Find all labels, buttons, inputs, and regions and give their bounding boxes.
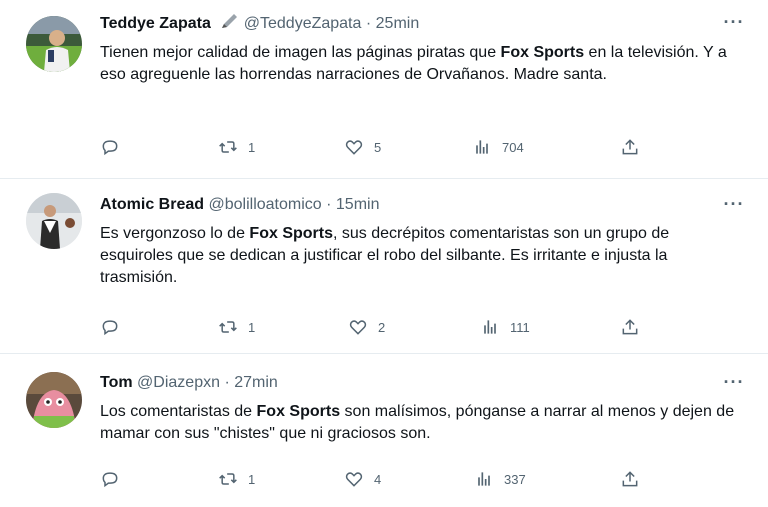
share-button[interactable] xyxy=(620,316,640,338)
separator-dot: · xyxy=(326,196,332,213)
tweet-text-highlight: Fox Sports xyxy=(249,225,333,242)
timestamp[interactable]: 27min xyxy=(234,374,278,391)
retweet-count: 1 xyxy=(248,471,256,487)
retweet-button[interactable]: 1 xyxy=(218,136,255,158)
retweet-button[interactable]: 1 xyxy=(218,468,255,490)
pen-icon xyxy=(219,12,239,37)
separator-dot: · xyxy=(365,15,372,32)
like-button[interactable]: 2 xyxy=(348,316,385,338)
share-icon xyxy=(620,137,640,157)
retweet-button[interactable]: 1 xyxy=(218,316,255,338)
author-handle[interactable]: @TeddyeZapata xyxy=(244,15,362,32)
views-button[interactable]: 111 xyxy=(480,316,530,338)
like-count: 4 xyxy=(374,471,382,487)
tweet[interactable]: Tom @Diazepxn · 27min ··· Los comentaris… xyxy=(0,354,768,507)
timestamp[interactable]: 25min xyxy=(376,15,420,32)
view-count: 111 xyxy=(510,319,530,335)
analytics-icon xyxy=(480,317,500,337)
share-icon xyxy=(620,317,640,337)
tweet-actions: 1 2 111 xyxy=(100,316,660,338)
reply-icon xyxy=(100,317,120,337)
retweet-count: 1 xyxy=(248,319,256,335)
retweet-count: 1 xyxy=(248,139,256,155)
tweet[interactable]: Teddye Zapata @TeddyeZapata · 25min ··· … xyxy=(0,0,768,178)
author-name[interactable]: Atomic Bread xyxy=(100,196,204,213)
author-handle[interactable]: @bolilloatomico xyxy=(208,196,321,213)
tweet-text-part: Los comentaristas de xyxy=(100,403,257,420)
author-handle[interactable]: @Diazepxn xyxy=(137,374,220,391)
like-button[interactable]: 4 xyxy=(344,468,381,490)
separator-dot: · xyxy=(224,374,230,391)
like-button[interactable]: 5 xyxy=(344,136,381,158)
share-icon xyxy=(620,469,640,489)
tweet[interactable]: Atomic Bread @bolilloatomico · 15min ···… xyxy=(0,179,768,353)
tweet-actions: 1 4 337 xyxy=(100,468,660,490)
tweet-feed: Teddye Zapata @TeddyeZapata · 25min ··· … xyxy=(0,0,768,507)
like-count: 2 xyxy=(378,319,386,335)
retweet-icon xyxy=(218,469,238,489)
like-count: 5 xyxy=(374,139,382,155)
reply-icon xyxy=(100,137,120,157)
tweet-header: Atomic Bread @bolilloatomico · 15min xyxy=(100,194,379,216)
timestamp[interactable]: 15min xyxy=(336,196,380,213)
tweet-text: Tienen mejor calidad de imagen las págin… xyxy=(100,42,740,86)
tweet-text-part: Tienen mejor calidad de imagen las págin… xyxy=(100,44,501,61)
share-button[interactable] xyxy=(620,136,640,158)
retweet-icon xyxy=(218,137,238,157)
reply-button[interactable] xyxy=(100,136,130,158)
more-options-icon[interactable]: ··· xyxy=(722,13,746,36)
view-count: 704 xyxy=(502,139,524,155)
author-name[interactable]: Tom xyxy=(100,374,133,391)
tweet-header: Tom @Diazepxn · 27min xyxy=(100,372,278,394)
tweet-actions: 1 5 704 xyxy=(100,136,660,158)
reply-button[interactable] xyxy=(100,316,130,338)
share-button[interactable] xyxy=(620,468,640,490)
avatar[interactable] xyxy=(26,16,82,72)
views-button[interactable]: 337 xyxy=(474,468,526,490)
tweet-header: Teddye Zapata @TeddyeZapata · 25min xyxy=(100,12,419,34)
tweet-text-highlight: Fox Sports xyxy=(500,44,585,61)
retweet-icon xyxy=(218,317,238,337)
author-name[interactable]: Teddye Zapata xyxy=(100,15,211,32)
avatar[interactable] xyxy=(26,193,82,249)
reply-button[interactable] xyxy=(100,468,130,490)
avatar[interactable] xyxy=(26,372,82,428)
views-button[interactable]: 704 xyxy=(472,136,524,158)
view-count: 337 xyxy=(504,471,526,487)
heart-icon xyxy=(348,317,368,337)
analytics-icon xyxy=(474,469,494,489)
tweet-text-part: Es vergonzoso lo de xyxy=(100,225,250,242)
tweet-text: Es vergonzoso lo de Fox Sports, sus decr… xyxy=(100,223,740,289)
more-options-icon[interactable]: ··· xyxy=(722,373,746,396)
more-options-icon[interactable]: ··· xyxy=(722,195,746,218)
reply-icon xyxy=(100,469,120,489)
heart-icon xyxy=(344,137,364,157)
heart-icon xyxy=(344,469,364,489)
tweet-text-highlight: Fox Sports xyxy=(256,403,341,420)
tweet-text: Los comentaristas de Fox Sports son malí… xyxy=(100,401,740,445)
analytics-icon xyxy=(472,137,492,157)
